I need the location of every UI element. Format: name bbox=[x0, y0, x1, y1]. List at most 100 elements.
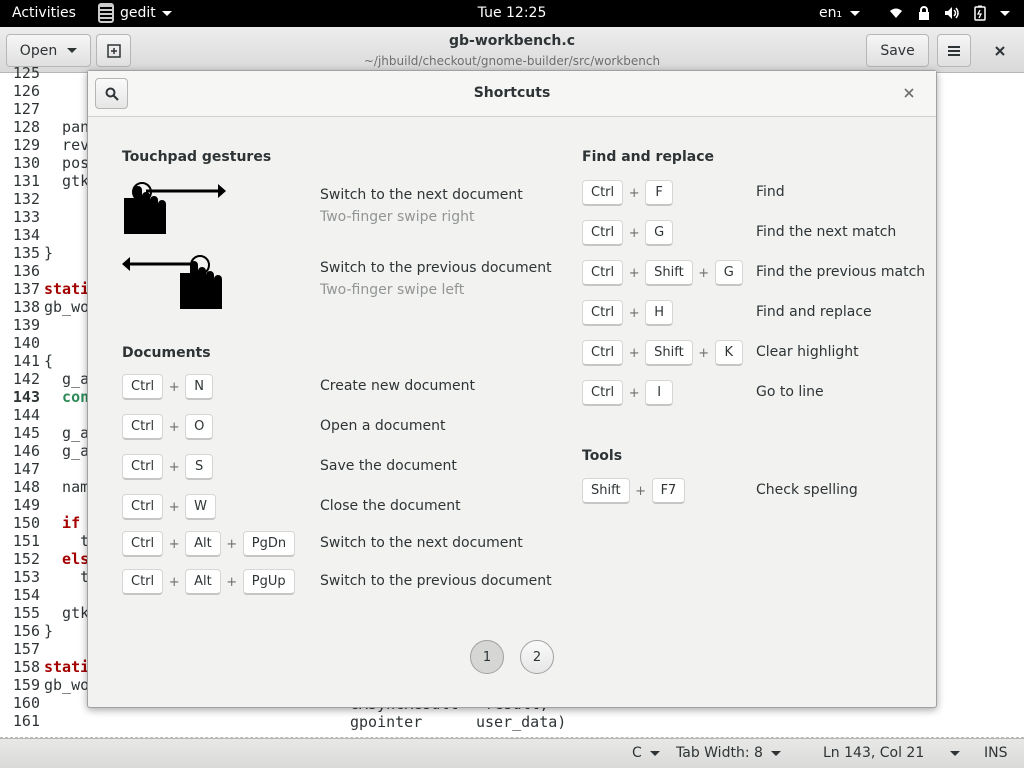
code-line: 157 bbox=[0, 640, 40, 658]
code-line: 134 bbox=[0, 226, 40, 244]
input-source-menu[interactable]: en₁ bbox=[819, 5, 861, 21]
shortcut-label: Find and replace bbox=[756, 304, 872, 320]
shortcut-keys: Ctrl + S bbox=[122, 454, 214, 480]
line-number: 160 bbox=[12, 694, 40, 712]
code-text: } bbox=[44, 244, 54, 262]
activities-button[interactable]: Activities bbox=[12, 5, 76, 21]
code-text: stati bbox=[44, 658, 90, 676]
shortcuts-dialog: Shortcuts Touchpad gestures Switch to th… bbox=[87, 70, 937, 708]
cursor-position-selector[interactable]: Ln 143, Col 21 bbox=[823, 745, 961, 761]
tab-width-selector[interactable]: Tab Width: 8 bbox=[676, 745, 781, 761]
line-number: 159 bbox=[12, 676, 40, 694]
code-text: if bbox=[44, 514, 81, 532]
code-line: 132 bbox=[0, 190, 40, 208]
code-text: gtk bbox=[44, 172, 90, 190]
line-number: 154 bbox=[12, 586, 40, 604]
dialog-header: Shortcuts bbox=[88, 71, 936, 117]
keycap: F7 bbox=[651, 478, 686, 504]
code-text: els bbox=[44, 550, 90, 568]
shortcut-label: Find the next match bbox=[756, 224, 897, 240]
shortcut-label: Save the document bbox=[320, 458, 457, 474]
app-menu-label: gedit bbox=[120, 5, 156, 21]
shortcut-keys: Ctrl + W bbox=[122, 494, 216, 520]
line-number: 139 bbox=[12, 316, 40, 334]
clock[interactable]: Tue 12:25 bbox=[478, 5, 547, 21]
section-title-touchpad: Touchpad gestures bbox=[122, 149, 272, 165]
plus-sign: + bbox=[698, 265, 710, 281]
chevron-down-icon bbox=[649, 750, 660, 756]
code-line: 152 els bbox=[0, 550, 89, 568]
system-menu[interactable] bbox=[888, 5, 1010, 21]
keycap: S bbox=[185, 454, 214, 480]
plus-sign: + bbox=[226, 536, 238, 552]
page-button-2[interactable]: 2 bbox=[520, 640, 554, 674]
code-line: 154 bbox=[0, 586, 40, 604]
plus-sign: + bbox=[635, 483, 647, 499]
code-text: gb_wo bbox=[44, 676, 90, 694]
code-line: 137 stati bbox=[0, 280, 89, 298]
code-line: 149 bbox=[0, 496, 40, 514]
language-selector[interactable]: C bbox=[632, 745, 660, 761]
code-text: pan bbox=[44, 118, 90, 136]
plus-sign: + bbox=[168, 499, 180, 515]
shortcut-label: Switch to the next document bbox=[320, 187, 523, 203]
plus-sign: + bbox=[628, 185, 640, 201]
line-number: 153 bbox=[12, 568, 40, 586]
shortcut-sublabel: Two-finger swipe right bbox=[320, 209, 475, 225]
save-button[interactable]: Save bbox=[866, 34, 929, 67]
code-text: rev bbox=[44, 136, 90, 154]
code-text: gb_wo bbox=[44, 298, 90, 316]
close-window-button[interactable] bbox=[985, 34, 1015, 67]
shortcut-keys: Ctrl + Alt + PgDn bbox=[122, 531, 296, 557]
code-line: 145 g_a bbox=[0, 424, 89, 442]
code-text: gtk bbox=[44, 604, 90, 622]
keycap: Ctrl bbox=[122, 374, 164, 400]
code-line: 151 t bbox=[0, 532, 89, 550]
code-text: t bbox=[44, 568, 90, 586]
line-number: 130 bbox=[12, 154, 40, 172]
keycap: Shift bbox=[645, 340, 693, 366]
plus-sign: + bbox=[168, 536, 180, 552]
code-line: 126 bbox=[0, 82, 40, 100]
hamburger-menu-button[interactable] bbox=[937, 34, 971, 67]
keycap: Alt bbox=[185, 569, 221, 595]
code-text: g_a bbox=[44, 370, 90, 388]
close-dialog-button[interactable] bbox=[899, 83, 919, 103]
line-number: 136 bbox=[12, 262, 40, 280]
plus-sign: + bbox=[698, 345, 710, 361]
keycap: Ctrl bbox=[122, 454, 164, 480]
code-line: 130 pos bbox=[0, 154, 89, 172]
shortcut-label: Find the previous match bbox=[756, 264, 926, 280]
keycap: Alt bbox=[185, 531, 221, 557]
hamburger-icon bbox=[948, 45, 960, 56]
shortcut-keys: Shift + F7 bbox=[582, 478, 686, 504]
page-button-1[interactable]: 1 bbox=[470, 640, 504, 674]
code-line: 131 gtk bbox=[0, 172, 89, 190]
code-text: g_a bbox=[44, 442, 90, 460]
plus-sign: + bbox=[628, 385, 640, 401]
shortcut-label: Close the document bbox=[320, 498, 461, 514]
keycap: Ctrl bbox=[122, 414, 164, 440]
section-title-find: Find and replace bbox=[582, 149, 714, 165]
shortcut-label: Create new document bbox=[320, 378, 475, 394]
line-number: 147 bbox=[12, 460, 40, 478]
keycap: Ctrl bbox=[582, 180, 624, 206]
volume-icon bbox=[945, 7, 959, 19]
shortcut-keys: Ctrl + Alt + PgUp bbox=[122, 569, 295, 595]
code-line: 138 gb_wo bbox=[0, 298, 89, 316]
code-line: 135} bbox=[0, 244, 53, 262]
line-number: 141 bbox=[12, 352, 40, 370]
shortcut-keys: Ctrl + G bbox=[582, 220, 674, 246]
shortcut-label: Find bbox=[756, 184, 785, 200]
keycap: Ctrl bbox=[582, 300, 624, 326]
code-text: con bbox=[44, 388, 90, 406]
code-text: g_a bbox=[44, 424, 90, 442]
chevron-down-icon bbox=[1000, 10, 1010, 16]
line-number: 135 bbox=[12, 244, 40, 262]
code-line: 125 bbox=[0, 64, 40, 82]
shortcut-label: Open a document bbox=[320, 418, 446, 434]
insert-mode-indicator: INS bbox=[984, 745, 1008, 761]
code-fragment: user_data) bbox=[476, 713, 567, 731]
code-line: 127 bbox=[0, 100, 40, 118]
app-menu[interactable]: gedit bbox=[98, 3, 172, 23]
